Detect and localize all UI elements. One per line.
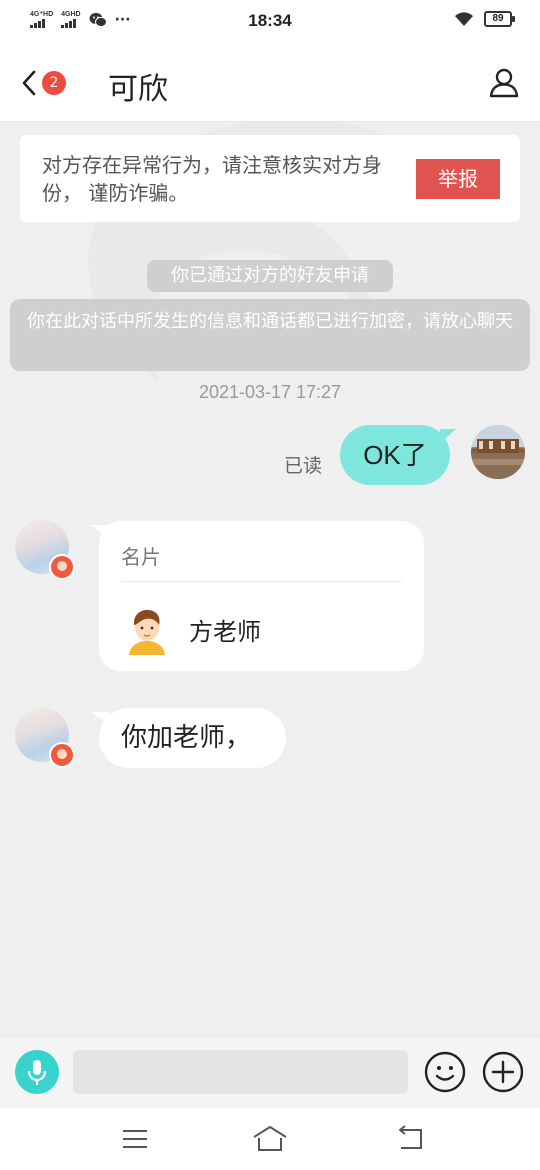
wifi-icon [455,12,473,26]
battery-icon: 89 [484,11,515,27]
encryption-message: 你在此对话中所发生的信息和通话都已进行加密，请放心聊天 [10,299,530,371]
contact-card-message[interactable]: 名片 方老师 [91,521,424,671]
system-nav-bar [0,1108,540,1170]
card-label: 名片 [121,545,161,569]
back-button[interactable]: 2 [22,68,82,98]
user-badge-icon [49,742,75,768]
plus-circle-icon [482,1051,524,1093]
notice-text: 对方存在异常行为，请注意核实对方身份， 谨防诈骗。 [42,153,382,205]
message-input[interactable] [73,1050,408,1094]
chat-header: 2 可欣 [0,42,540,122]
emoji-button[interactable] [423,1050,467,1094]
voice-button[interactable] [15,1050,59,1094]
chevron-left-icon [22,70,36,96]
status-bar: 4G⁺HD 4GHD ··· 18:34 89 [0,0,540,42]
friend-accepted-message: 你已通过对方的好友申请 [147,260,393,292]
page-title: 可欣 [108,72,168,107]
unread-badge: 2 [42,71,66,95]
return-icon[interactable] [395,1124,427,1152]
card-contact-name: 方老师 [189,618,261,646]
person-icon [489,68,519,98]
read-status: 已读 [284,455,323,477]
chat-area[interactable]: 对方存在异常行为，请注意核实对方身份， 谨防诈骗。 举报 你已通过对方的好友申请… [0,122,540,1038]
message-input-bar [0,1038,540,1108]
message-timestamp: 2021-03-17 17:27 [198,382,342,402]
more-actions-button[interactable] [481,1050,525,1094]
fraud-warning-notice: 对方存在异常行为，请注意核实对方身份， 谨防诈骗。 举报 [20,135,520,222]
home-icon[interactable] [252,1124,288,1152]
status-right: 89 [454,11,515,27]
avatar-photo [471,425,525,479]
incoming-message-bubble[interactable]: 你加老师， [91,708,286,768]
mic-icon [27,1060,47,1085]
my-avatar[interactable] [471,425,525,479]
smiley-icon [424,1051,466,1093]
report-button[interactable]: 举报 [416,159,500,199]
cartoon-avatar-icon [129,609,165,655]
profile-button[interactable] [488,66,520,98]
user-badge-icon [49,554,75,580]
outgoing-message-bubble[interactable]: OK了 [340,425,456,485]
menu-icon[interactable] [120,1126,150,1152]
card-divider [121,581,402,582]
